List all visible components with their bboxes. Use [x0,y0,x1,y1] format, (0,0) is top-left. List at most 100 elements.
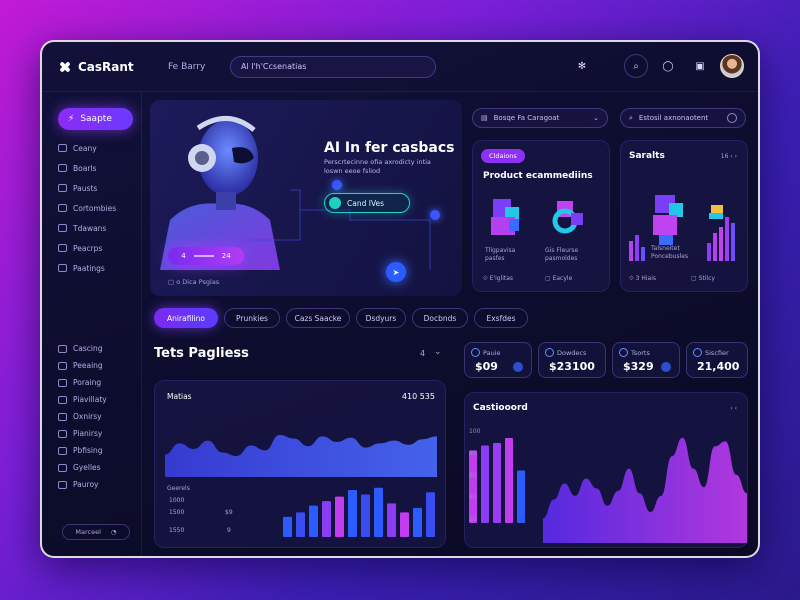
sidebar-item-active[interactable]: ⚡ Saapte [58,108,133,130]
results-title: Saralts [629,151,665,161]
product-chip[interactable]: Cldaions [481,149,525,163]
metrics-bar-chart [283,487,435,537]
metrics-card: Matias 410 535 Geerels 1000 1500 1550 $9… [154,380,446,548]
sidebar-item-boarls[interactable]: Boarls [58,158,141,178]
results-nav[interactable]: 16 ‹ › [721,153,737,161]
arrow-button[interactable]: ➤ [386,262,406,282]
sidebar-item-label: Paatings [73,263,105,273]
stat-label: Tsorts [631,349,650,357]
sidebar-item-pbfising[interactable]: Pbfising [58,442,107,459]
menu-icon [58,463,67,472]
dashboard-card: Castiooord › ‹ 100 80 60 40 20 [464,392,748,548]
sidebar-item-piavillaty[interactable]: Piavillaty [58,391,107,408]
sidebar-item-label: Cortombies [73,203,117,213]
menu-icon [58,412,67,421]
sidebar-item-cortombies[interactable]: Cortombies [58,198,141,218]
results-item: Talsneitet Poncebusles [651,245,689,260]
dashboard-nav[interactable]: › ‹ [730,405,737,413]
stat-icon [545,348,554,357]
sidebar-item-label: Ceany [73,143,97,153]
toggle-icon [727,113,737,123]
bar [481,445,489,523]
sidebar-item-paatings[interactable]: Paatings [58,258,141,278]
chat-icon[interactable]: ◯ [656,54,680,78]
top-bar: CasRant Fe Barry Al l'h'Ccsenatias ✻ ⌕ ◯… [42,42,758,92]
stat-card-3[interactable]: Siscfier 21,400 [686,342,748,378]
bar [413,507,422,537]
menu-icon [58,446,67,455]
hero-pill[interactable]: 4 24 [168,247,244,265]
category-search[interactable]: ▤ Bosqe Fa Caragoat ⌄ [472,108,608,128]
metrics-area-chart [165,435,437,477]
sidebar-item-gyelles[interactable]: Gyelles [58,459,107,476]
avatar[interactable] [720,54,744,78]
bar [493,443,501,523]
hero-banner: AI In fer casbacs Perscrtecinne ofia axr… [150,100,462,296]
app-logo[interactable]: CasRant [58,60,158,74]
nav-link[interactable]: Fe Barry [168,62,218,72]
hero-subtitle: Perscrtecinne ofia axrodicty intia loswn… [324,158,431,175]
sidebar-item-poraing[interactable]: Poraing [58,374,107,391]
chevron-down-icon: ⌄ [593,114,599,122]
sidebar-item-label: Pauroy [73,480,99,489]
sidebar-item-tdawans[interactable]: Tdawans [58,218,141,238]
sidebar: ⚡ Saapte Ceany Boarls Pausts Cortombies Tdaw… [42,92,142,556]
sidebar-item-ceany[interactable]: Ceany [58,138,141,158]
search-icon[interactable]: ⌕ [624,54,648,78]
bar [426,492,435,537]
node-dot [332,180,342,190]
tab-2[interactable]: Cazs Saacke [286,308,350,328]
category-search-label: Bosqe Fa Caragoat [493,114,560,122]
tab-3[interactable]: Dsdyurs [356,308,406,328]
sidebar-footer-button[interactable]: Marceel ◔ [62,524,130,540]
search-input[interactable]: Al l'h'Ccsenatias [230,55,436,78]
sidebar-item-label: Pausts [73,183,98,193]
results-foot-2: ▢ Stilcy [691,275,715,282]
y-tick-label: 20 [469,516,477,523]
sidebar-item-pauroy[interactable]: Pauroy [58,476,107,493]
stat-icon [619,348,628,357]
product-card-title: Product ecammediins [483,171,593,181]
sidebar-item-oxnirsy[interactable]: Oxnirsy [58,408,107,425]
stat-card-1[interactable]: Dowdecs $23100 [538,342,606,378]
bar [361,494,370,537]
bar [387,503,396,537]
sidebar-item-peeaing[interactable]: Peeaing [58,357,107,374]
section-tool-1[interactable]: 4 [420,350,425,358]
tab-1[interactable]: Prunkies [224,308,280,328]
secondary-search[interactable]: ⌕ Estosil axnonaotent [620,108,746,128]
settings-icon[interactable]: ✻ [570,54,594,78]
bar [348,489,357,537]
sidebar-item-cascing[interactable]: Cascing [58,340,107,357]
hero-title: AI In fer casbacs [324,140,455,156]
y-tick-label: 80 [469,450,477,457]
stat-card-0[interactable]: Pauie $09 [464,342,532,378]
sidebar-item-peacrps[interactable]: Peacrps [58,238,141,258]
sidebar-footer-label: Marceel [75,528,101,536]
sidebar-item-label: Boarls [73,163,97,173]
menu-icon [58,344,67,353]
menu-icon [58,378,67,387]
tab-5[interactable]: Exsfdes [474,308,528,328]
bolt-icon: ⚡ [68,114,75,124]
stat-card-2[interactable]: Tsorts $329 [612,342,680,378]
sidebar-item-pianirsy[interactable]: Pianirsy [58,425,107,442]
sidebar-item-label: Cascing [73,344,103,353]
stat-dot-icon [513,362,523,372]
chevron-down-icon[interactable]: ⌄ [434,348,442,357]
bar [335,496,344,537]
area-series [543,437,747,543]
tab-4[interactable]: Docbnds [412,308,468,328]
stat-value: $329 [623,360,654,373]
sidebar-item-label: Pbfising [73,446,103,455]
bar [322,501,331,537]
tab-0[interactable]: Anirafilino [154,308,218,328]
hero-cta-button[interactable]: Cand IVes [324,193,410,213]
notification-icon[interactable]: ▣ [688,54,712,78]
app-name: CasRant [78,59,134,74]
metrics-mid-0: $9 [225,509,233,516]
stat-value: $09 [475,360,498,373]
bar [469,450,477,523]
stat-icon [471,348,480,357]
sidebar-item-pausts[interactable]: Pausts [58,178,141,198]
